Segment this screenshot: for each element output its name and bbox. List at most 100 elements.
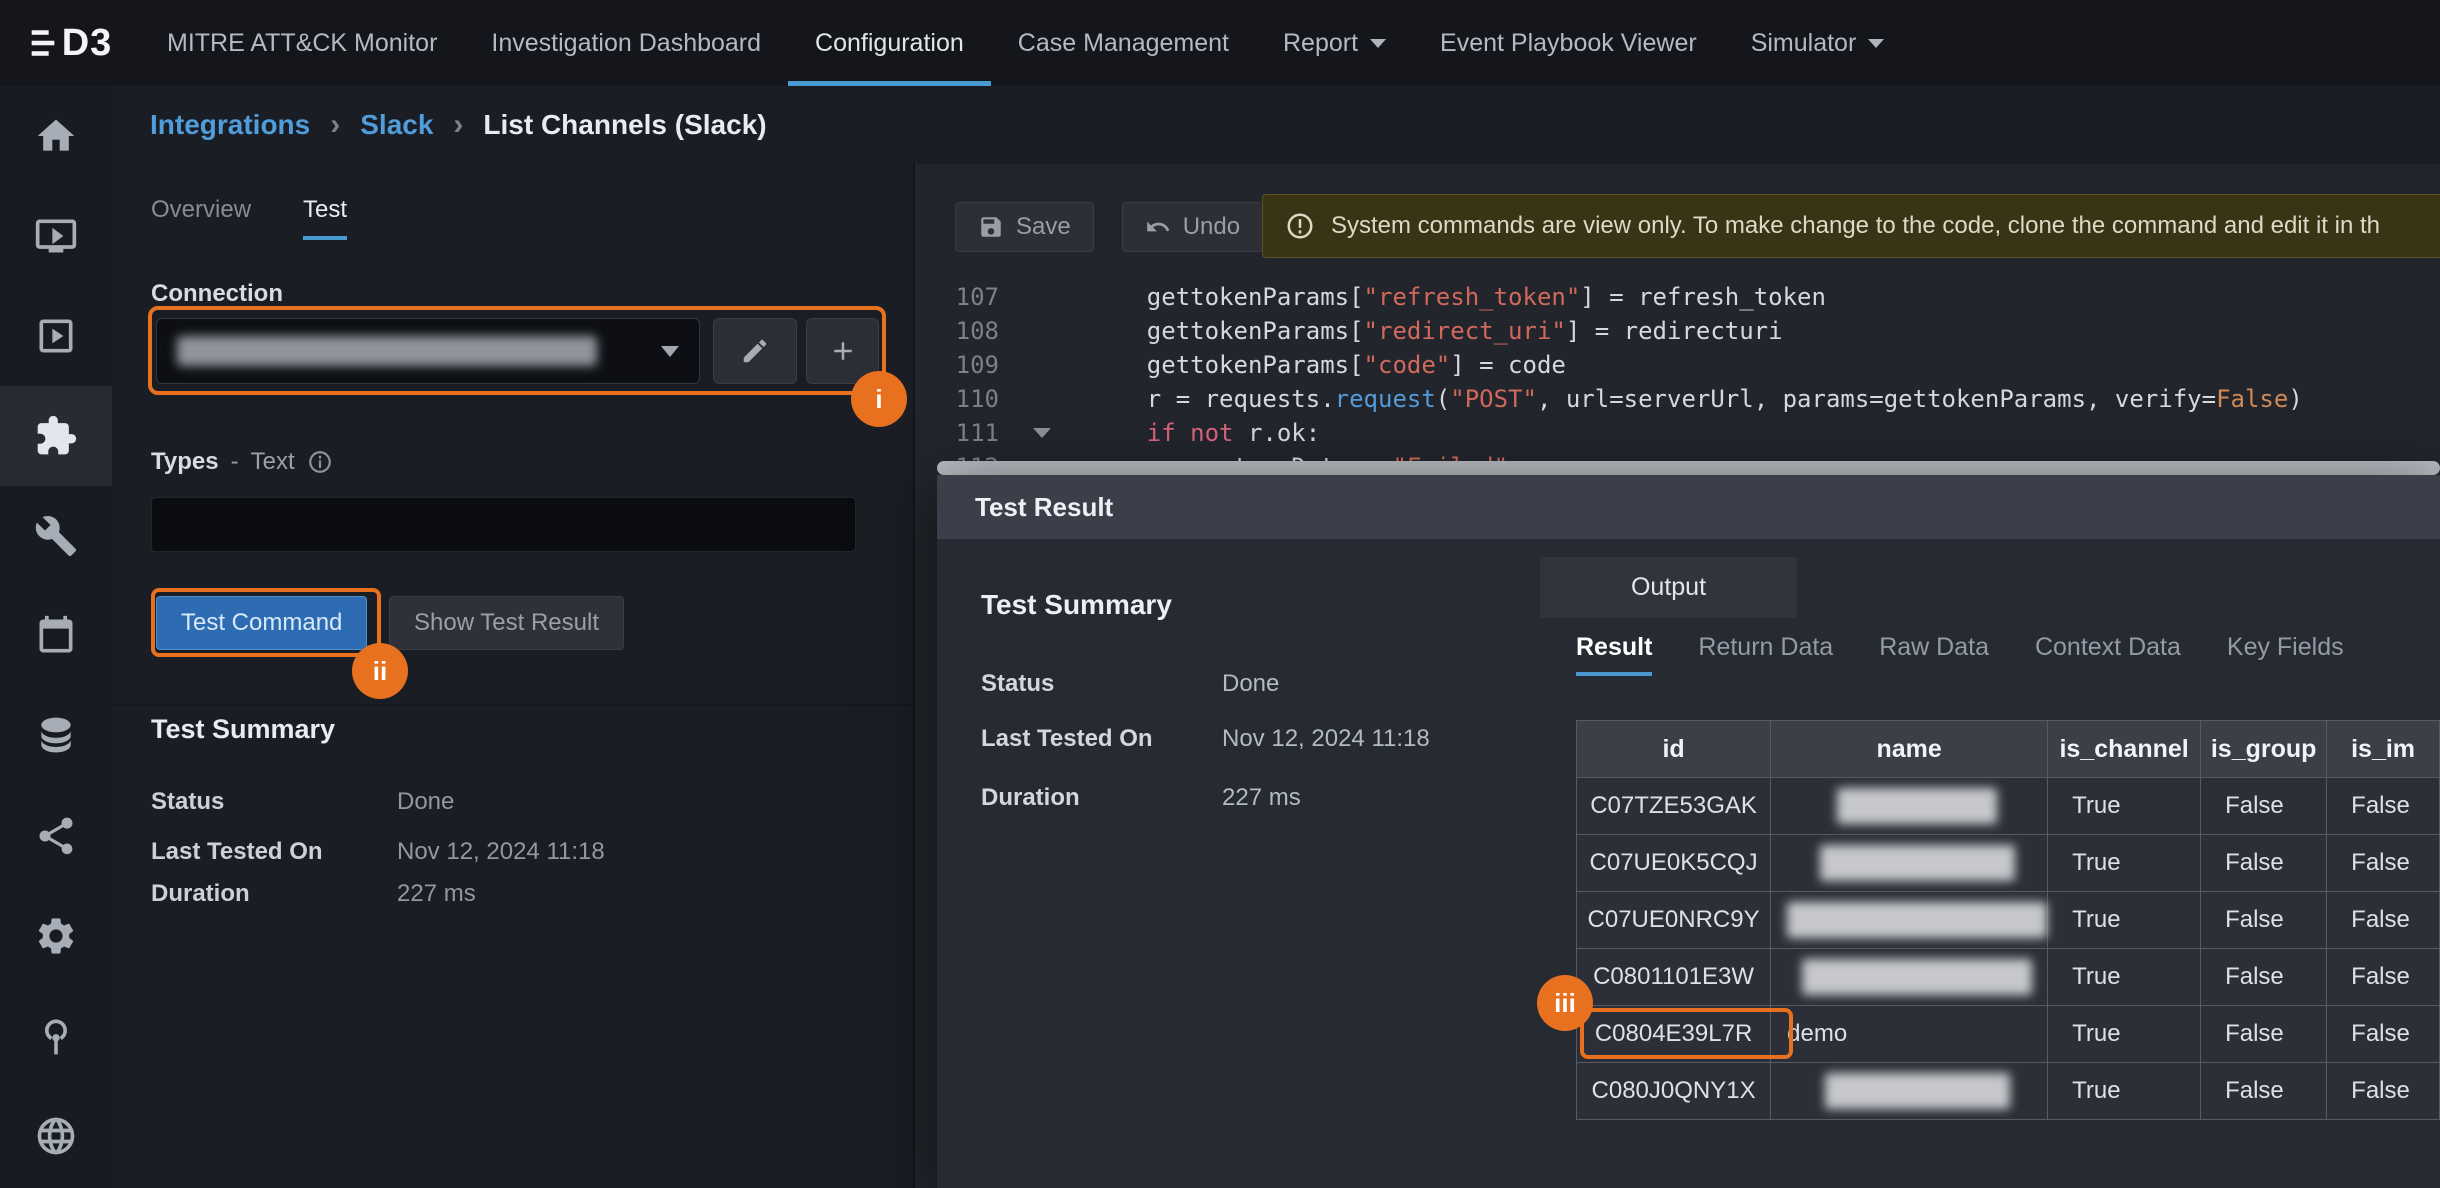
- cell-is-im: False: [2327, 949, 2440, 1006]
- tab-raw-data[interactable]: Raw Data: [1879, 633, 1989, 676]
- edit-connection-button[interactable]: [713, 318, 797, 384]
- d3-logo[interactable]: D3: [0, 0, 140, 86]
- chevron-down-icon: [1370, 39, 1386, 48]
- editor-toolbar: Save Undo: [955, 202, 1263, 252]
- code-text: gettokenParams["redirect_uri"] = redirec…: [1025, 314, 1783, 348]
- view-only-warning: System commands are view only. To make c…: [1262, 194, 2440, 258]
- test-summary-title: Test Summary: [151, 714, 335, 745]
- redacted-name-value: [1837, 788, 1997, 824]
- connection-select[interactable]: [156, 318, 700, 384]
- types-row: Types - Text: [151, 448, 333, 476]
- nav-label: Report: [1283, 29, 1358, 58]
- tab-key-fields[interactable]: Key Fields: [2227, 633, 2344, 676]
- redacted-connection-value: [177, 336, 597, 366]
- home-icon: [34, 114, 78, 158]
- nav-items: MITRE ATT&CK Monitor Investigation Dashb…: [140, 0, 1911, 86]
- horizontal-scrollbar[interactable]: [937, 461, 2440, 475]
- modal-title-bar: Test Result: [937, 475, 2440, 539]
- code-seg: ] = redirecturi: [1566, 317, 1783, 345]
- code-text: gettokenParams["code"] = code: [1025, 348, 1566, 382]
- sidebar-item-integrations[interactable]: [0, 386, 112, 486]
- sidebar-item-graph[interactable]: [0, 786, 112, 886]
- line-number: 110: [915, 382, 1025, 416]
- cell-is-group: False: [2201, 1063, 2327, 1120]
- nav-configuration[interactable]: Configuration: [788, 0, 991, 86]
- nav-label: Investigation Dashboard: [491, 29, 761, 58]
- cell-is-channel: True: [2048, 1006, 2201, 1063]
- nav-simulator[interactable]: Simulator: [1724, 0, 1912, 86]
- breadcrumb-slack[interactable]: Slack: [360, 109, 433, 141]
- undo-button[interactable]: Undo: [1122, 202, 1263, 252]
- save-button[interactable]: Save: [955, 202, 1094, 252]
- sidebar-item-utilities[interactable]: [0, 486, 112, 586]
- modal-test-summary-title: Test Summary: [981, 589, 1172, 621]
- tab-result[interactable]: Result: [1576, 633, 1652, 676]
- cell-is-group: False: [2201, 949, 2327, 1006]
- info-icon[interactable]: [307, 449, 333, 475]
- logo-text: D3: [62, 22, 113, 65]
- nav-mitre-attack-monitor[interactable]: MITRE ATT&CK Monitor: [140, 0, 464, 86]
- redacted-name-value: [1820, 845, 2015, 881]
- code-fold-icon[interactable]: [1033, 428, 1051, 438]
- code-seg: r = requests.: [1089, 385, 1335, 413]
- code-seg: r.ok:: [1234, 419, 1321, 447]
- save-icon: [978, 214, 1004, 240]
- sidebar-item-media[interactable]: [0, 286, 112, 386]
- code-seg: ] = code: [1450, 351, 1566, 379]
- cell-id: C0801101E3W: [1577, 949, 1771, 1006]
- cell-is-im: False: [2327, 835, 2440, 892]
- line-number: 111: [915, 416, 1025, 450]
- cell-is-channel: True: [2048, 949, 2201, 1006]
- modal-summary-row-status: Status Done: [981, 670, 1279, 698]
- sidebar-item-home[interactable]: [0, 86, 112, 186]
- column-header-is-im: is_im: [2327, 721, 2440, 778]
- icon-sidebar: [0, 86, 112, 1188]
- redacted-name-value: [1825, 1073, 2010, 1109]
- sidebar-item-data[interactable]: [0, 686, 112, 786]
- sidebar-item-playbooks[interactable]: [0, 186, 112, 286]
- cell-is-group: False: [2201, 892, 2327, 949]
- result-tabs: Result Return Data Raw Data Context Data…: [1576, 633, 2344, 676]
- breadcrumb-integrations[interactable]: Integrations: [150, 109, 310, 141]
- sidebar-item-api[interactable]: [0, 886, 112, 986]
- cell-is-im: False: [2327, 1063, 2440, 1120]
- tab-return-data[interactable]: Return Data: [1698, 633, 1833, 676]
- nav-report[interactable]: Report: [1256, 0, 1413, 86]
- pencil-icon: [740, 336, 770, 366]
- table-row: C07UE0K5CQJ True False False: [1577, 835, 2440, 892]
- show-test-result-button[interactable]: Show Test Result: [389, 596, 624, 650]
- code-seg: "POST": [1450, 385, 1537, 413]
- tab-test[interactable]: Test: [303, 196, 347, 240]
- redacted-name-value: [1787, 902, 2047, 938]
- types-input[interactable]: [151, 497, 856, 552]
- annotation-marker-i: i: [851, 371, 907, 427]
- tab-output[interactable]: Output: [1540, 557, 1797, 618]
- tab-context-data[interactable]: Context Data: [2035, 633, 2181, 676]
- code-line: 110 r = requests.request("POST", url=ser…: [915, 382, 2440, 416]
- table-header-row: id name is_channel is_group is_im: [1577, 721, 2440, 778]
- types-kind: Text: [251, 448, 295, 476]
- nav-case-management[interactable]: Case Management: [991, 0, 1256, 86]
- cell-is-group: False: [2201, 778, 2327, 835]
- breadcrumb-current: List Channels (Slack): [483, 109, 766, 141]
- duration-value: 227 ms: [1222, 784, 1301, 812]
- modal-summary-row-last-tested: Last Tested On Nov 12, 2024 11:18: [981, 725, 1430, 753]
- cell-id: C080J0QNY1X: [1577, 1063, 1771, 1120]
- chevron-down-icon: [1868, 39, 1884, 48]
- tab-overview[interactable]: Overview: [151, 196, 251, 240]
- nav-event-playbook-viewer[interactable]: Event Playbook Viewer: [1413, 0, 1724, 86]
- cell-name: [1771, 949, 2048, 1006]
- sidebar-item-listeners[interactable]: [0, 986, 112, 1086]
- table-row-highlighted: C0804E39L7R demo True False False: [1577, 1006, 2440, 1063]
- test-command-button[interactable]: Test Command: [156, 596, 367, 650]
- code-seg: if not: [1147, 419, 1234, 447]
- nav-label: Event Playbook Viewer: [1440, 29, 1697, 58]
- sidebar-item-schedule[interactable]: [0, 586, 112, 686]
- sidebar-item-web[interactable]: [0, 1086, 112, 1186]
- cell-id: C07UE0K5CQJ: [1577, 835, 1771, 892]
- globe-icon: [34, 1114, 78, 1158]
- nav-investigation-dashboard[interactable]: Investigation Dashboard: [464, 0, 788, 86]
- last-tested-label: Last Tested On: [981, 725, 1222, 753]
- annotation-marker-iii: iii: [1537, 975, 1593, 1031]
- chevron-right-icon: ›: [453, 108, 463, 142]
